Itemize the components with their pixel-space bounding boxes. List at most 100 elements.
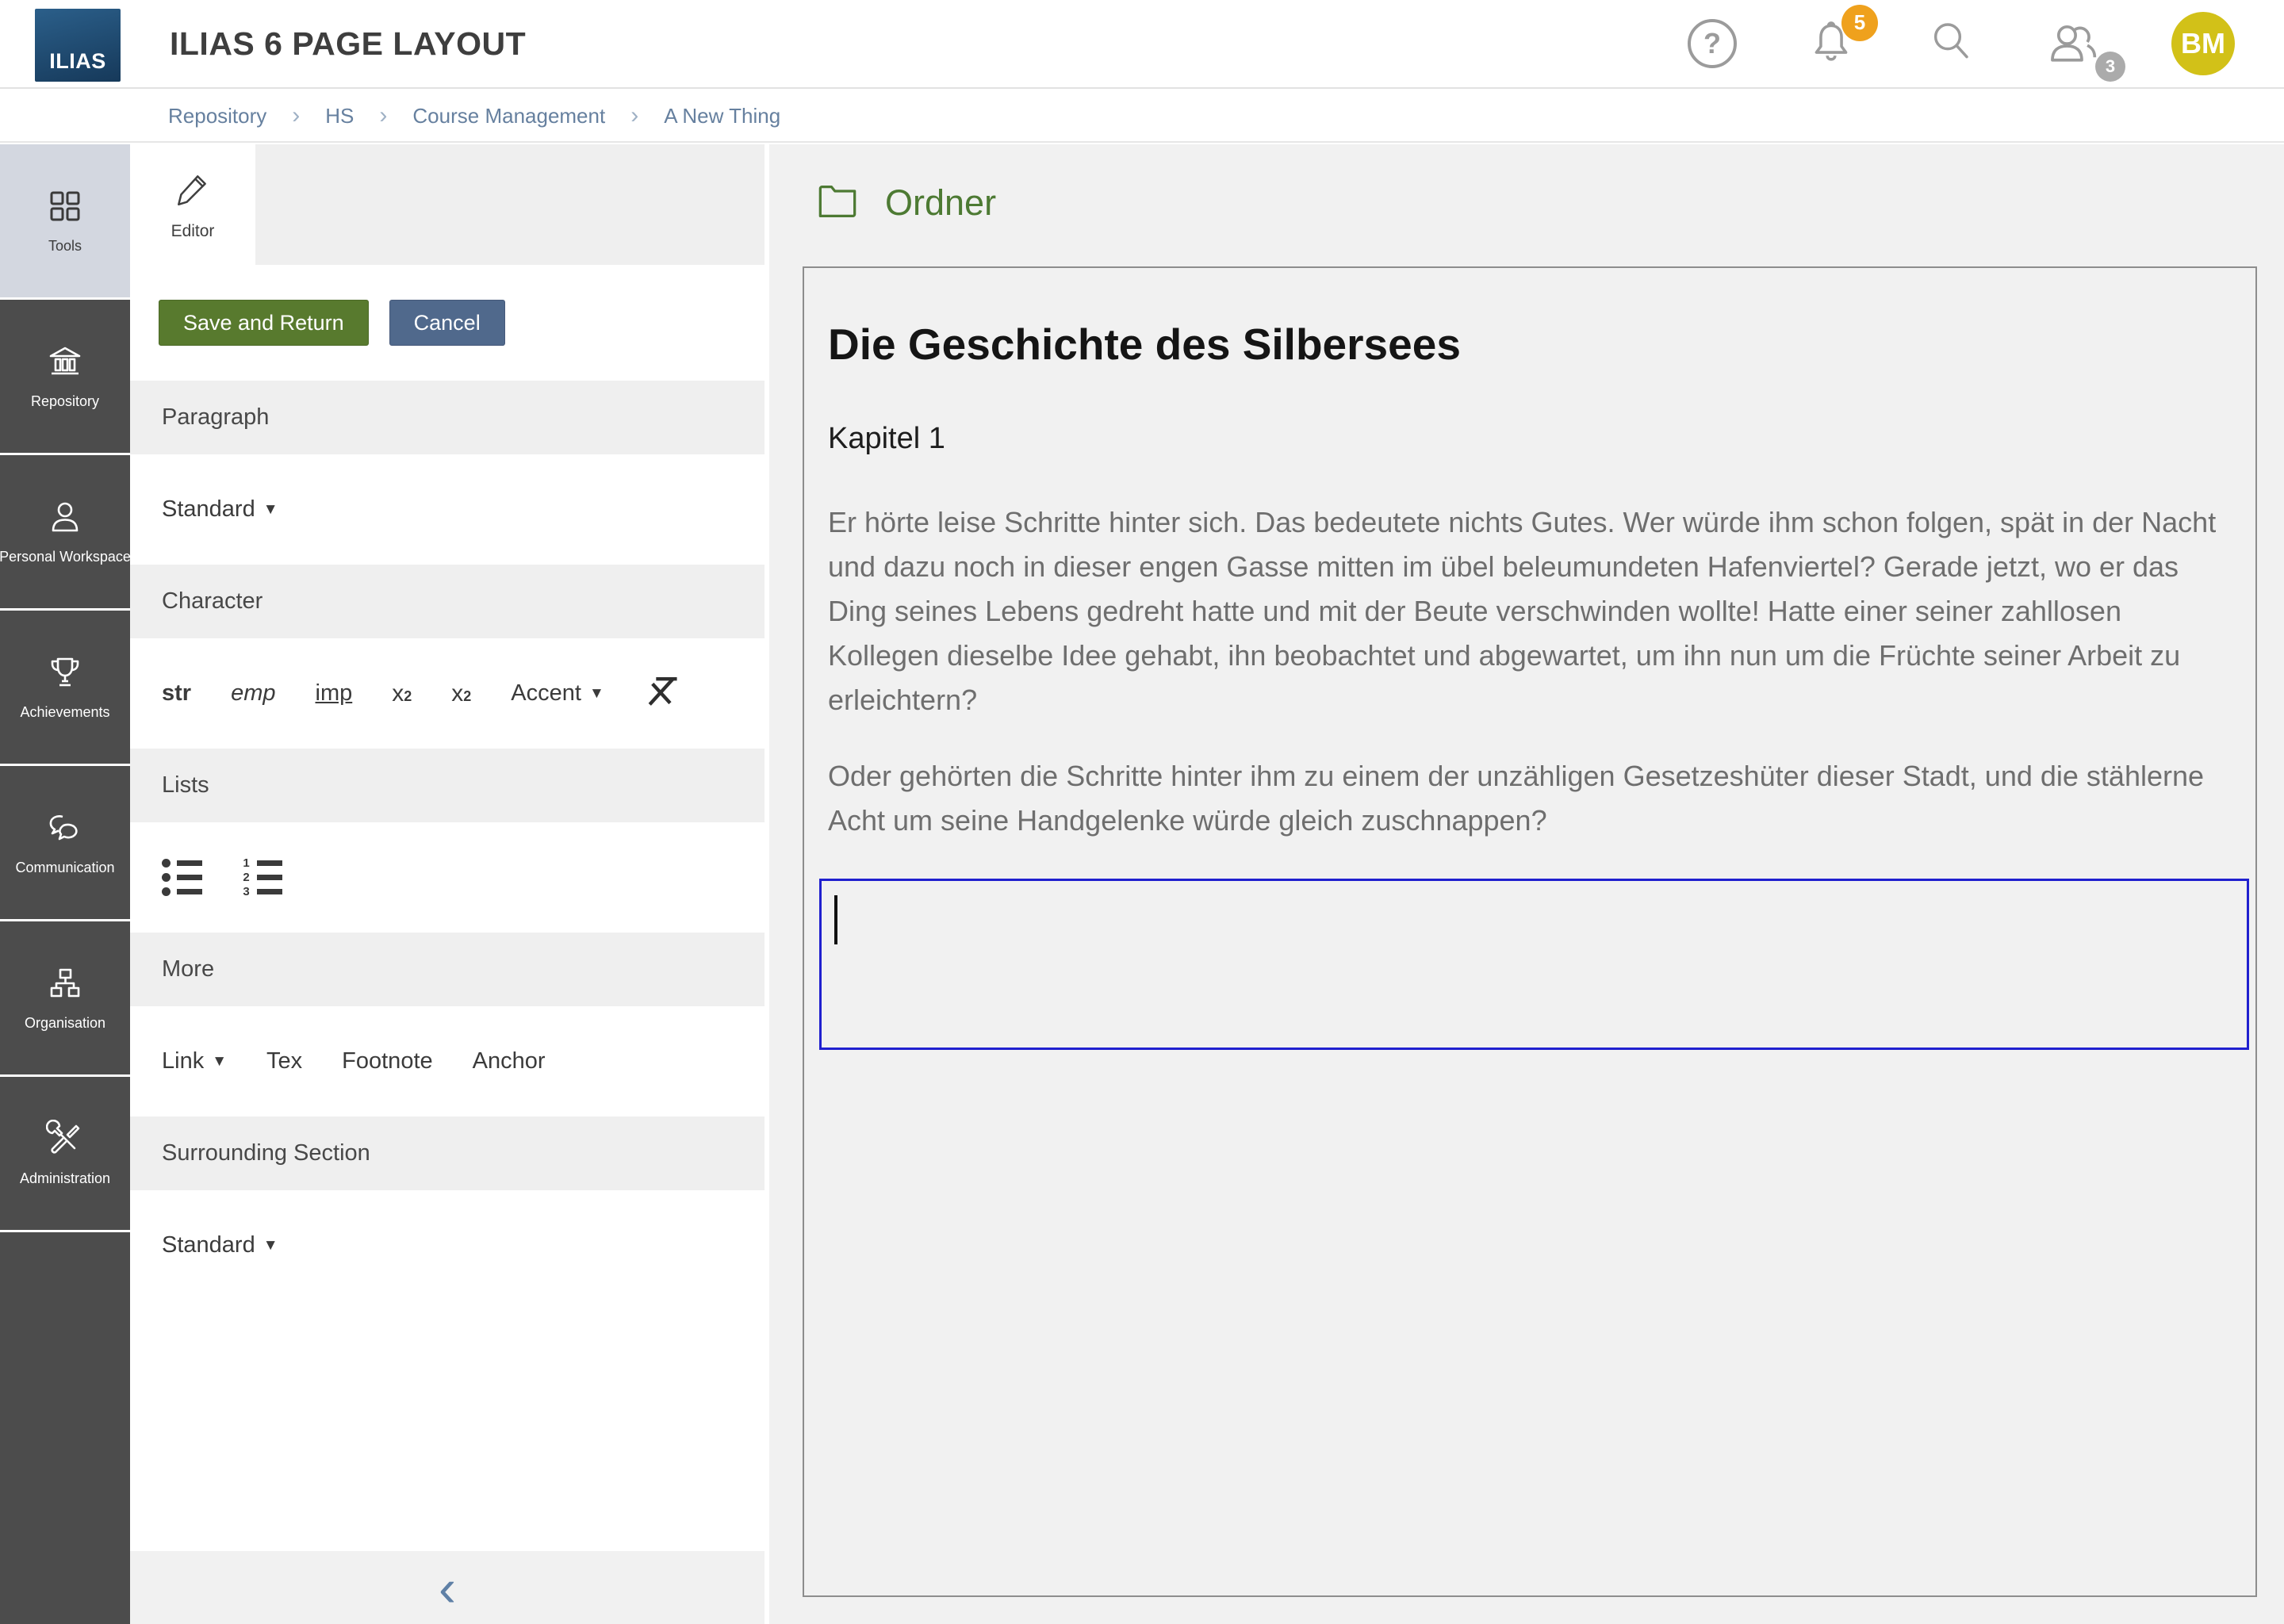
person-icon [46,498,84,536]
wrench-screwdriver-icon [46,1120,84,1158]
section-surrounding-row: Standard ▼ [130,1190,765,1300]
sidebar-item-label: Communication [15,860,114,876]
chat-bubbles-icon [44,809,86,847]
tab-editor-label: Editor [171,222,215,241]
main-sidebar: Tools Repository [0,144,130,1624]
content-block-title[interactable]: Die Geschichte des Silbersees [828,319,2232,370]
sub-mark: 2 [463,688,471,705]
logo-text: ILIAS [49,49,106,82]
cancel-button[interactable]: Cancel [389,300,505,346]
numbered-list-icon: 1 [242,859,251,868]
section-character-header: Character [130,565,765,638]
sup-base: x [392,680,404,707]
numbered-list-button[interactable]: 1 2 3 [242,859,282,896]
object-title: Ordner [885,182,996,224]
breadcrumb-course-management[interactable]: Course Management [412,104,605,128]
text-cursor [834,895,837,944]
slate-footer: ‹ [130,1551,765,1624]
accent-label: Accent [511,680,581,707]
sidebar-item-label: Administration [20,1170,110,1187]
section-surrounding-header: Surrounding Section [130,1116,765,1190]
pencil-icon [173,169,213,213]
sidebar-item-label: Repository [31,393,99,410]
link-dropdown[interactable]: Link ▼ [162,1048,227,1074]
sidebar-item-repository[interactable]: Repository [0,300,130,455]
section-more-header: More [130,933,765,1006]
bullet-list-icon [162,859,171,868]
folder-icon [817,183,858,224]
emphasis-button[interactable]: emp [231,680,275,707]
section-paragraph-header: Paragraph [130,381,765,454]
chevron-right-icon: › [630,102,638,129]
help-button[interactable]: ? [1688,19,1737,68]
section-character-row: str emp imp x2 x2 Accent ▼ [130,638,765,749]
chevron-down-icon: ▼ [589,685,604,703]
strong-button[interactable]: str [162,680,191,707]
active-edit-area[interactable] [819,879,2249,1050]
main-content: Ordner Die Geschichte des Silbersees Kap… [769,144,2284,1624]
notification-badge: 5 [1841,5,1878,41]
sidebar-item-label: Personal Workspace [0,549,131,565]
header-icons: ? 5 [1688,12,2235,75]
content-block-paragraph-1[interactable]: Er hörte leise Schritte hinter sich. Das… [828,500,2232,722]
tab-editor[interactable]: Editor [130,144,255,265]
sidebar-item-organisation[interactable]: Organisation [0,921,130,1077]
sup-mark: 2 [404,688,412,705]
section-lists-header: Lists [130,749,765,822]
sidebar-filler [0,1232,130,1624]
search-icon [1926,17,1976,71]
avatar[interactable]: BM [2171,12,2235,75]
section-lists-row: 1 2 3 [130,822,765,933]
superscript-button[interactable]: x2 [392,680,412,707]
section-paragraph-row: Standard ▼ [130,454,765,565]
top-header: ILIAS ILIAS 6 PAGE LAYOUT ? 5 [0,0,2284,89]
paragraph-style-value: Standard [162,496,255,523]
help-icon: ? [1688,19,1737,68]
slate-tab-strip: Editor [130,144,765,265]
sidebar-item-personal-workspace[interactable]: Personal Workspace [0,455,130,611]
slate-filler [130,1300,765,1551]
breadcrumb-a-new-thing[interactable]: A New Thing [664,104,780,128]
sidebar-item-administration[interactable]: Administration [0,1077,130,1232]
editor-slate: Editor Save and Return Cancel Paragraph … [130,144,765,1624]
accent-dropdown[interactable]: Accent ▼ [511,680,604,707]
search-button[interactable] [1926,17,1976,71]
editor-actions: Save and Return Cancel [130,265,765,381]
ilias-app: ILIAS ILIAS 6 PAGE LAYOUT ? 5 [0,0,2284,1624]
sidebar-item-communication[interactable]: Communication [0,766,130,921]
sidebar-item-achievements[interactable]: Achievements [0,611,130,766]
chevron-down-icon: ▼ [263,501,278,519]
sidebar-item-label: Achievements [20,704,109,721]
layout: Tools Repository [0,144,2284,1624]
breadcrumb-hs[interactable]: HS [325,104,354,128]
grid-icon [46,187,84,225]
save-and-return-button[interactable]: Save and Return [159,300,369,346]
clear-format-button[interactable] [644,674,677,714]
clear-format-icon [644,674,677,714]
bullet-list-button[interactable] [162,859,202,896]
page-editor-canvas: Die Geschichte des Silbersees Kapitel 1 … [803,266,2257,1597]
chevron-down-icon: ▼ [212,1053,227,1071]
content-block-chapter[interactable]: Kapitel 1 [828,422,2232,456]
anchor-button[interactable]: Anchor [473,1048,546,1074]
org-chart-icon [46,964,84,1002]
link-label: Link [162,1048,204,1074]
content-block-paragraph-2[interactable]: Oder gehörten die Schritte hinter ihm zu… [828,754,2232,843]
surrounding-style-dropdown[interactable]: Standard ▼ [162,1232,278,1258]
sidebar-item-label: Tools [48,238,82,255]
breadcrumb-repository[interactable]: Repository [168,104,266,128]
subscript-button[interactable]: x2 [451,680,471,707]
object-header: Ordner [817,182,996,224]
online-users-button[interactable]: 3 [2044,14,2103,74]
paragraph-style-dropdown[interactable]: Standard ▼ [162,496,278,523]
chevron-right-icon: › [292,102,300,129]
tex-button[interactable]: Tex [266,1048,302,1074]
section-more-row: Link ▼ Tex Footnote Anchor [130,1006,765,1116]
notifications-button[interactable]: 5 [1805,16,1857,72]
important-button[interactable]: imp [316,680,353,707]
chevron-down-icon: ▼ [263,1237,278,1254]
online-users-badge: 3 [2095,52,2125,82]
sidebar-item-tools[interactable]: Tools [0,144,130,300]
surrounding-style-value: Standard [162,1232,255,1258]
footnote-button[interactable]: Footnote [342,1048,432,1074]
